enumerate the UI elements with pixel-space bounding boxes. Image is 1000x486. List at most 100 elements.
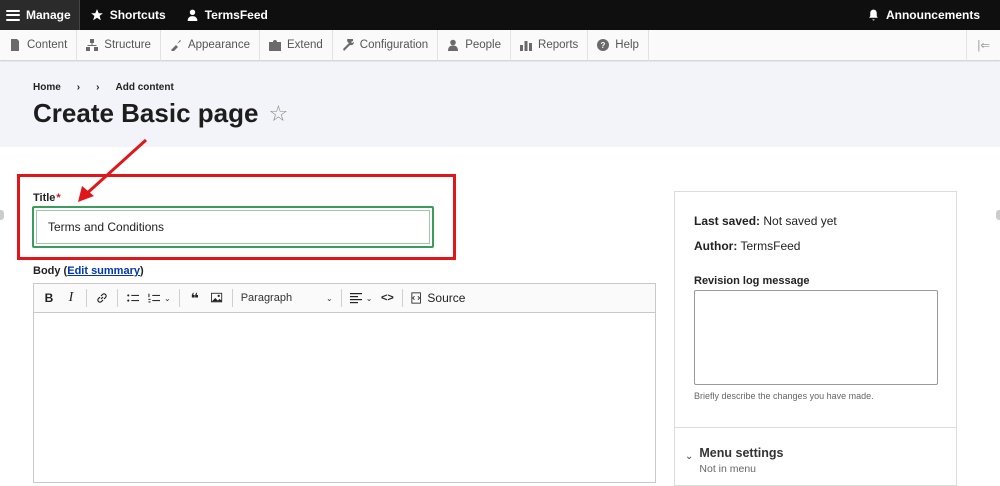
bold-button[interactable]: B: [38, 287, 60, 309]
code-icon: <>: [380, 292, 394, 304]
code-button[interactable]: <>: [376, 287, 398, 309]
chevron-down-icon: ⌄: [685, 451, 694, 462]
editor-toolbar: B I ⌄ ❝ Paragraph ⌄ ⌄ <> Source: [34, 284, 655, 313]
breadcrumb-home[interactable]: Home: [33, 82, 61, 93]
source-icon: [411, 292, 422, 304]
collapse-icon: |⇐: [977, 40, 990, 52]
chevron-down-icon: ⌄: [365, 293, 373, 303]
hamburger-icon: [6, 9, 20, 21]
favorite-star-icon[interactable]: ☆: [268, 101, 288, 127]
admin-tray: Content Structure Appearance Extend Conf…: [0, 29, 1000, 61]
alignment-button[interactable]: ⌄: [346, 287, 377, 309]
link-button[interactable]: [91, 287, 113, 309]
title-input-value[interactable]: Terms and Conditions: [36, 210, 430, 244]
tray-item-configuration[interactable]: Configuration: [333, 29, 439, 61]
breadcrumb-add-content[interactable]: Add content: [115, 82, 173, 93]
heading-select-value: Paragraph: [240, 292, 293, 304]
image-icon: [210, 292, 222, 303]
tray-item-content[interactable]: Content: [0, 29, 78, 61]
manage-button[interactable]: Manage: [0, 0, 80, 30]
tray-item-label: Help: [615, 39, 639, 51]
author-line: Author: TermsFeed: [694, 239, 800, 253]
admin-toolbar: Manage Shortcuts TermsFeed Announcements: [0, 0, 1000, 30]
toolbar-divider: [231, 289, 233, 307]
announcements-label: Announcements: [885, 8, 980, 22]
left-edge-handle: [0, 210, 4, 220]
last-saved-label: Last saved:: [694, 214, 761, 228]
toolbar-divider: [402, 289, 404, 307]
source-button[interactable]: Source: [407, 287, 469, 309]
breadcrumb-separator: ›: [96, 82, 100, 93]
italic-icon: I: [68, 290, 74, 305]
edit-summary-link[interactable]: Edit summary: [67, 265, 140, 277]
user-button[interactable]: TermsFeed: [176, 0, 278, 30]
collapse-tray-button[interactable]: |⇐: [966, 29, 1000, 61]
tray-item-appearance[interactable]: Appearance: [161, 29, 260, 61]
breadcrumb: Home › › Add content: [33, 82, 174, 93]
tray-item-label: Configuration: [359, 39, 429, 51]
author-value: TermsFeed: [740, 239, 801, 253]
menu-settings-title: Menu settings: [699, 446, 784, 460]
tray-item-label: People: [465, 39, 502, 51]
align-left-icon: [349, 293, 362, 304]
tray-item-label: Structure: [104, 39, 151, 51]
revision-log-textarea[interactable]: [694, 290, 938, 385]
numbered-list-icon: [148, 293, 160, 303]
menu-settings-summary: Not in menu: [699, 463, 757, 475]
configuration-icon: [342, 39, 354, 51]
last-saved-value: Not saved yet: [763, 214, 837, 228]
announcements-button[interactable]: Announcements: [857, 0, 1000, 30]
shortcuts-label: Shortcuts: [109, 8, 166, 22]
bell-icon: [869, 9, 878, 21]
tray-item-label: Extend: [286, 39, 323, 51]
content-icon: [11, 39, 19, 51]
divider: [675, 427, 956, 428]
help-icon: ?: [597, 39, 610, 51]
last-saved-line: Last saved: Not saved yet: [694, 214, 837, 228]
body-label-text: Body: [33, 265, 61, 277]
right-edge-handle: [996, 210, 1000, 220]
tray-item-people[interactable]: People: [438, 29, 512, 61]
tray-item-extend[interactable]: Extend: [260, 29, 333, 61]
svg-text:?: ?: [601, 41, 606, 50]
blockquote-button[interactable]: ❝: [184, 287, 206, 309]
title-label-text: Title: [33, 192, 56, 204]
user-icon: [187, 9, 198, 21]
title-field[interactable]: Terms and Conditions: [32, 206, 434, 248]
heading-select[interactable]: Paragraph ⌄: [237, 292, 337, 304]
tray-item-reports[interactable]: Reports: [511, 29, 589, 61]
toolbar-divider: [86, 289, 87, 307]
tray-item-label: Content: [27, 39, 68, 51]
chevron-down-icon: ⌄: [164, 293, 171, 303]
people-icon: [448, 39, 459, 51]
italic-button[interactable]: I: [60, 287, 82, 309]
body-label: Body (Edit summary): [33, 265, 144, 277]
chevron-down-icon: ⌄: [326, 293, 333, 303]
structure-icon: [86, 39, 99, 51]
star-icon: [90, 9, 103, 21]
title-label: Title*: [33, 192, 61, 204]
tray-item-help[interactable]: ? Help: [588, 29, 649, 61]
page-title-text: Create Basic page: [33, 98, 259, 128]
toolbar-divider: [340, 289, 342, 307]
reports-icon: [520, 41, 533, 51]
revision-log-help: Briefly describe the changes you have ma…: [694, 391, 874, 401]
body-editor[interactable]: B I ⌄ ❝ Paragraph ⌄ ⌄ <> Source: [33, 283, 656, 483]
numbered-list-button[interactable]: ⌄: [144, 287, 175, 309]
link-icon: [97, 293, 107, 303]
user-label: TermsFeed: [204, 8, 268, 22]
bold-icon: B: [44, 291, 54, 305]
author-label: Author:: [694, 239, 738, 253]
bulleted-list-button[interactable]: [122, 287, 144, 309]
tray-item-structure[interactable]: Structure: [77, 29, 161, 61]
tray-item-label: Appearance: [187, 39, 250, 51]
menu-settings-toggle[interactable]: ⌄ Menu settings Not in menu: [685, 446, 783, 475]
bulleted-list-icon: [127, 294, 139, 302]
meta-sidebar: Last saved: Not saved yet Author: TermsF…: [674, 191, 957, 486]
extend-icon: [268, 40, 281, 51]
blockquote-icon: ❝: [190, 289, 199, 306]
tray-item-label: Reports: [538, 39, 579, 51]
shortcuts-button[interactable]: Shortcuts: [80, 0, 176, 30]
insert-image-button[interactable]: [206, 287, 228, 309]
revision-log-label: Revision log message: [694, 275, 810, 287]
